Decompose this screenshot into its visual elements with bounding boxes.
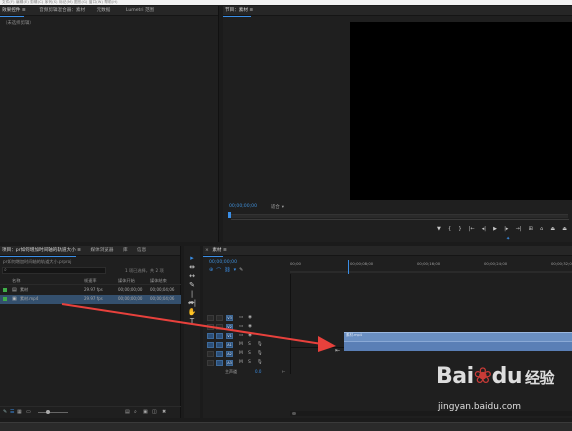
watermark-brand: Bai bbox=[436, 364, 474, 389]
watermark-url: jingyan.baidu.com bbox=[438, 402, 522, 412]
watermark-cn: 经验 bbox=[525, 369, 555, 387]
baidu-watermark: Bai❀du 经验 jingyan.baidu.com bbox=[436, 364, 568, 424]
paw-icon: ❀ bbox=[473, 364, 492, 389]
watermark-brand-suffix: du bbox=[491, 364, 523, 389]
